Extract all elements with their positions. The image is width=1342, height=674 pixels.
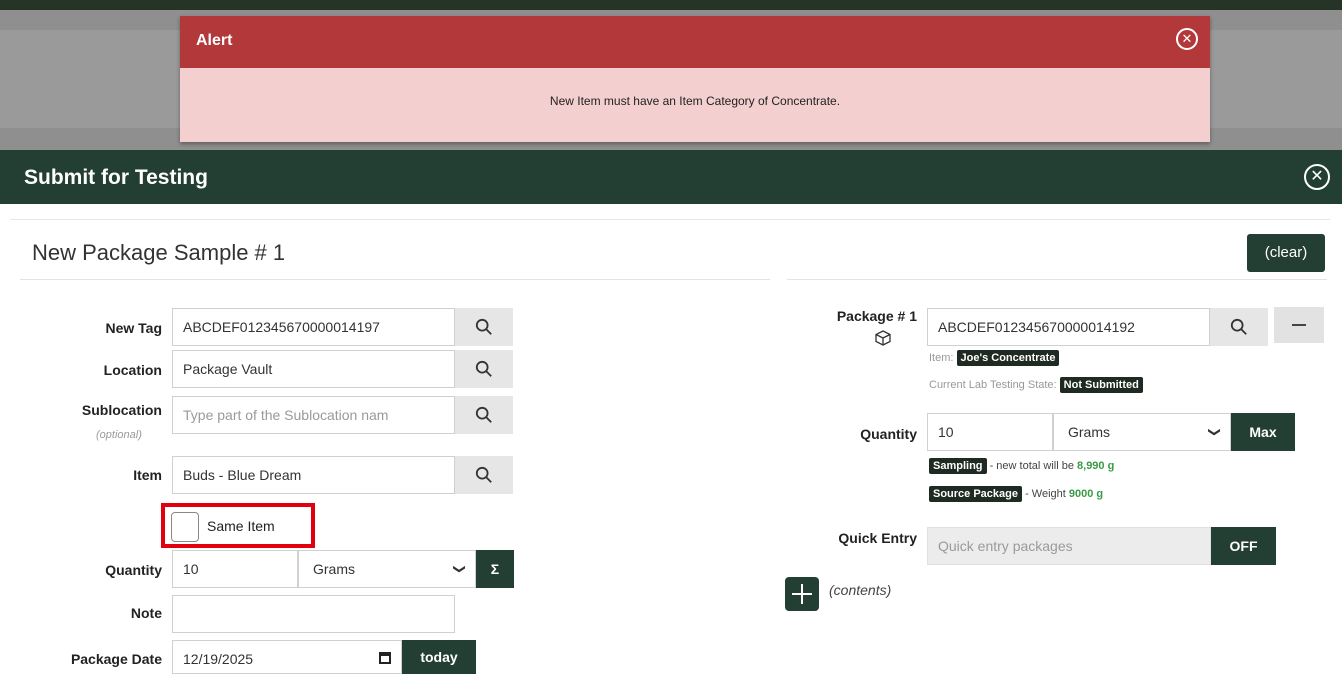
lab-state-prefix: Current Lab Testing State: xyxy=(929,379,1057,391)
sublocation-input[interactable]: Type part of the Sublocation nam xyxy=(172,396,455,434)
package-unit-select[interactable]: Grams ❯ xyxy=(1053,413,1231,451)
quick-entry-label: Quick Entry xyxy=(838,530,917,546)
search-icon xyxy=(475,406,492,423)
minus-icon xyxy=(1292,324,1306,326)
search-icon xyxy=(475,360,492,377)
search-icon xyxy=(475,466,492,483)
source-text: - Weight xyxy=(1025,488,1066,500)
new-tag-label: New Tag xyxy=(105,320,162,336)
quick-entry-toggle[interactable]: OFF xyxy=(1211,527,1276,565)
package-date-label: Package Date xyxy=(70,651,162,667)
location-label: Location xyxy=(103,362,162,378)
modal-header: Submit for Testing ✕ xyxy=(0,150,1342,204)
package-item-badge: Joe's Concentrate xyxy=(956,350,1060,366)
today-button[interactable]: today xyxy=(402,640,476,674)
divider-left xyxy=(20,279,770,280)
package-unit-value: Grams xyxy=(1068,424,1110,440)
item-input[interactable]: Buds - Blue Dream xyxy=(172,456,455,494)
search-icon xyxy=(1230,318,1247,335)
lab-state-info: Current Lab Testing State: Not Submitted xyxy=(929,377,1143,393)
calendar-icon[interactable] xyxy=(379,652,391,664)
new-tag-search-button[interactable] xyxy=(455,308,513,346)
package-date-value: 12/19/2025 xyxy=(183,651,254,667)
location-input[interactable]: Package Vault xyxy=(172,350,455,388)
contents-label: (contents) xyxy=(829,582,892,598)
section-title: New Package Sample # 1 xyxy=(32,240,286,265)
package-item-prefix: Item: xyxy=(929,352,954,364)
package-search-button[interactable] xyxy=(1210,308,1268,346)
chevron-down-icon: ❯ xyxy=(1207,426,1222,438)
source-package-badge: Source Package xyxy=(929,486,1022,502)
alert-title: Alert xyxy=(196,32,233,49)
sum-button[interactable]: Σ xyxy=(476,550,514,588)
alert-close-icon[interactable]: ✕ xyxy=(1176,28,1198,50)
item-label: Item xyxy=(133,467,162,483)
chevron-down-icon: ❯ xyxy=(452,563,467,575)
location-search-button[interactable] xyxy=(455,350,513,388)
top-bar xyxy=(0,0,1342,10)
quantity-unit-select[interactable]: Grams ❯ xyxy=(298,550,476,588)
package-tag-input[interactable]: ABCDEF012345670000014192 xyxy=(927,308,1210,346)
package-quantity-label: Quantity xyxy=(860,426,917,442)
add-contents-button[interactable] xyxy=(785,577,819,611)
sublocation-label: Sublocation xyxy=(81,402,162,418)
modal-close-icon[interactable]: ✕ xyxy=(1304,164,1330,190)
quantity-unit-value: Grams xyxy=(313,561,355,577)
modal-title: Submit for Testing xyxy=(24,166,208,189)
package-quantity-input[interactable]: 10 xyxy=(927,413,1053,451)
alert-header: Alert ✕ xyxy=(180,16,1210,68)
alert-dialog: Alert ✕ New Item must have an Item Categ… xyxy=(180,16,1210,142)
sublocation-search-button[interactable] xyxy=(455,396,513,434)
new-tag-input[interactable]: ABCDEF012345670000014197 xyxy=(172,308,455,346)
alert-message: New Item must have an Item Category of C… xyxy=(549,94,841,108)
highlight-box xyxy=(161,503,315,548)
source-info: Source Package - Weight 9000 g xyxy=(929,486,1103,502)
item-search-button[interactable] xyxy=(455,456,513,494)
quantity-label: Quantity xyxy=(105,562,162,578)
note-label: Note xyxy=(130,605,162,621)
sampling-text: - new total will be xyxy=(989,460,1074,472)
sampling-badge: Sampling xyxy=(929,458,987,474)
sampling-total: 8,990 g xyxy=(1077,460,1115,472)
package-label: Package # 1 xyxy=(836,308,917,324)
max-button[interactable]: Max xyxy=(1231,413,1295,451)
divider xyxy=(10,219,1330,220)
note-input[interactable] xyxy=(172,595,455,633)
package-date-input[interactable]: 12/19/2025 xyxy=(172,640,402,674)
clear-button[interactable]: (clear) xyxy=(1247,234,1325,272)
package-box-icon xyxy=(875,330,891,346)
source-weight: 9000 g xyxy=(1068,488,1104,500)
package-item-info: Item: Joe's Concentrate xyxy=(929,350,1060,366)
divider-right xyxy=(787,279,1327,280)
sublocation-hint: (optional) xyxy=(96,429,142,441)
remove-package-button[interactable] xyxy=(1274,307,1324,343)
quantity-input[interactable]: 10 xyxy=(172,550,298,588)
search-icon xyxy=(475,318,492,335)
sampling-info: Sampling - new total will be 8,990 g xyxy=(929,458,1114,474)
plus-icon-vertical xyxy=(801,584,803,604)
quick-entry-input[interactable]: Quick entry packages xyxy=(927,527,1211,565)
lab-state-badge: Not Submitted xyxy=(1059,377,1143,393)
